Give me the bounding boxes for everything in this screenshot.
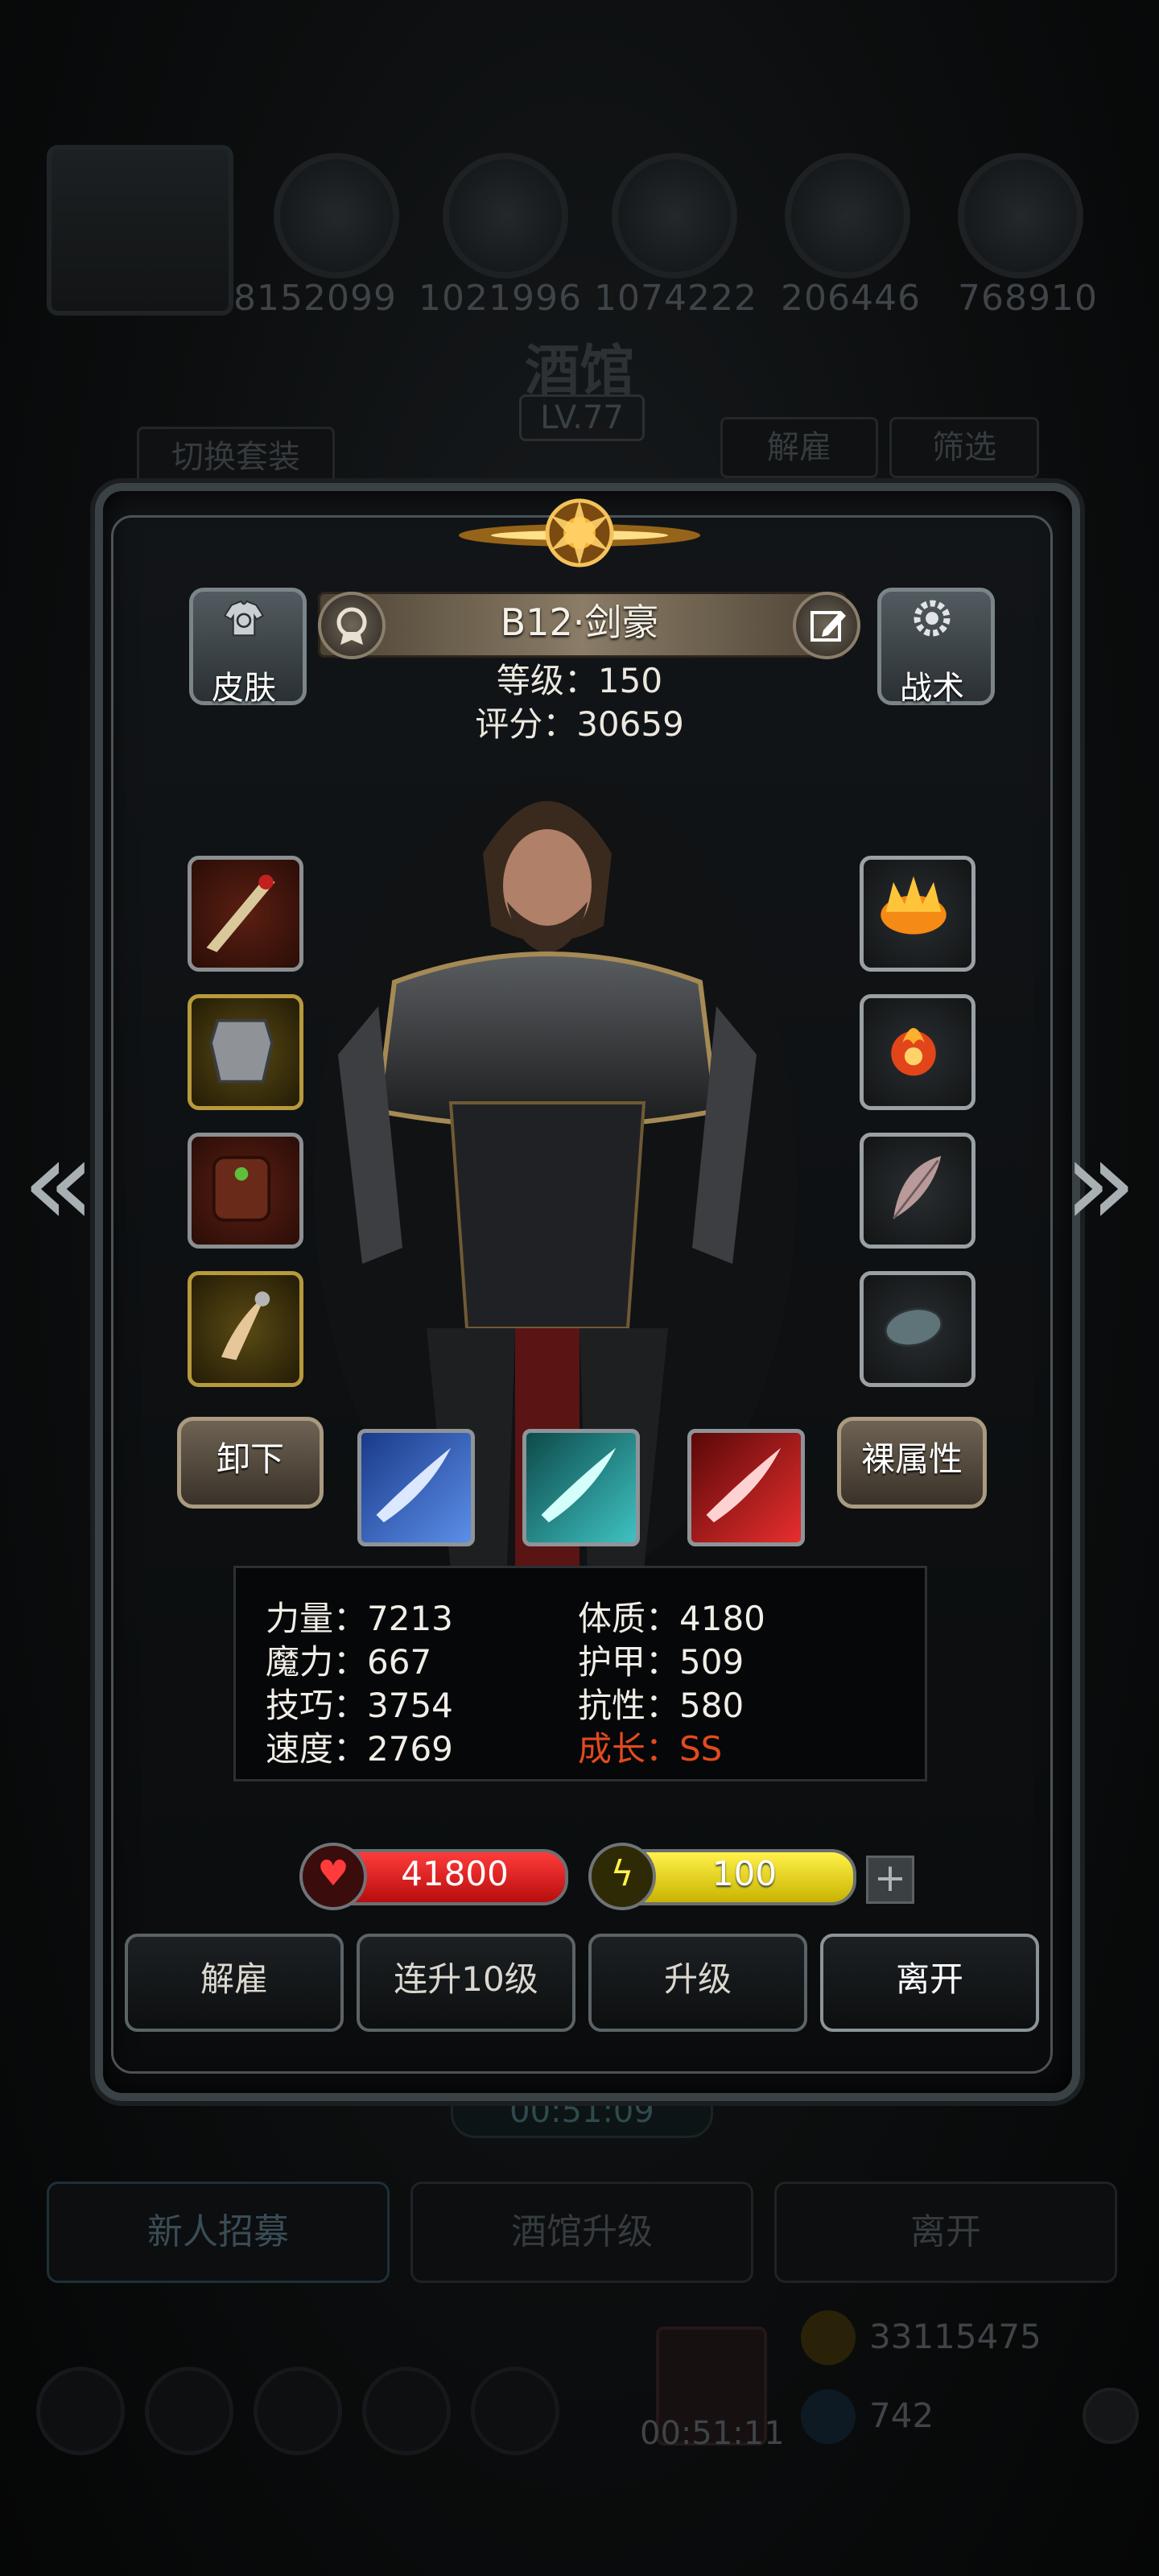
skin-label: 皮肤 bbox=[212, 670, 276, 707]
skill-cyan-slash-icon[interactable] bbox=[522, 1429, 640, 1546]
bg-nav-icon bbox=[362, 2367, 451, 2455]
level-up-10-button[interactable]: 连升10级 bbox=[357, 1934, 575, 2032]
equip-slot-stone-icon[interactable] bbox=[860, 1271, 975, 1387]
stat-strength: 力量：7213 bbox=[266, 1599, 453, 1638]
dismiss-button[interactable]: 解雇 bbox=[125, 1934, 344, 2032]
base-attributes-button[interactable]: 裸属性 bbox=[837, 1417, 987, 1509]
bg-resource-number: 206446 bbox=[781, 278, 921, 319]
bg-resource-number: 768910 bbox=[958, 278, 1098, 319]
next-hero-icon[interactable]: » bbox=[1056, 1111, 1145, 1256]
equip-slot-fire-orb-icon[interactable] bbox=[860, 994, 975, 1110]
heart-icon: ♥ bbox=[299, 1843, 367, 1910]
bg-bottom-timer: 00:51:11 bbox=[640, 2415, 785, 2452]
stat-skill: 技巧：3754 bbox=[266, 1686, 453, 1725]
hp-value: 41800 bbox=[401, 1854, 509, 1893]
stat-speed: 速度：2769 bbox=[266, 1729, 453, 1769]
equip-slot-feather-icon[interactable] bbox=[860, 1133, 975, 1249]
bg-gem-amount: 742 bbox=[869, 2396, 934, 2435]
bg-resource-orb-5 bbox=[958, 153, 1083, 279]
bg-gold-amount: 33115475 bbox=[869, 2317, 1041, 2356]
bg-tab-leave: 离开 bbox=[774, 2182, 1117, 2283]
bg-dismiss-button: 解雇 bbox=[720, 417, 878, 478]
bg-gem-icon bbox=[801, 2389, 856, 2444]
bg-resource-number: 1074222 bbox=[594, 278, 757, 319]
hero-score: 评分：30659 bbox=[475, 704, 684, 744]
equip-slot-sword-icon[interactable] bbox=[188, 856, 303, 972]
bg-filter-button: 筛选 bbox=[889, 417, 1039, 478]
bg-resource-orb-1 bbox=[274, 153, 399, 279]
leave-button[interactable]: 离开 bbox=[820, 1934, 1039, 2032]
bg-nav-icon bbox=[145, 2367, 233, 2455]
bg-nav-icon bbox=[36, 2367, 125, 2455]
previous-hero-icon[interactable]: « bbox=[14, 1111, 103, 1256]
equip-slot-backpack-icon[interactable] bbox=[188, 1133, 303, 1249]
bg-nav-icon bbox=[471, 2367, 559, 2455]
bg-resource-orb-4 bbox=[785, 153, 910, 279]
bg-switch-outfit-button: 切换套装 bbox=[137, 427, 335, 488]
gear-icon bbox=[914, 600, 951, 637]
unequip-button[interactable]: 卸下 bbox=[177, 1417, 324, 1509]
skill-blue-slash-icon[interactable] bbox=[357, 1429, 475, 1546]
lightning-icon: ϟ bbox=[588, 1843, 656, 1910]
add-energy-icon[interactable]: + bbox=[866, 1856, 914, 1904]
hero-level: 等级：150 bbox=[496, 661, 663, 700]
edit-name-icon[interactable] bbox=[793, 592, 860, 659]
stat-resistance: 抗性：580 bbox=[578, 1686, 744, 1725]
stat-growth: 成长：SS bbox=[578, 1729, 723, 1769]
bg-resource-number: 1021996 bbox=[419, 278, 582, 319]
bg-avatar bbox=[47, 145, 233, 316]
stat-armor: 护甲：509 bbox=[578, 1642, 744, 1682]
energy-value: 100 bbox=[711, 1854, 777, 1893]
bg-nav-icon bbox=[254, 2367, 342, 2455]
tactics-label: 战术 bbox=[900, 670, 964, 707]
stat-magic: 魔力：667 bbox=[266, 1642, 432, 1682]
bg-resource-orb-3 bbox=[612, 153, 737, 279]
shirt-icon bbox=[223, 600, 265, 637]
equip-slot-flame-crown-icon[interactable] bbox=[860, 856, 975, 972]
bg-tab-recruit: 新人招募 bbox=[47, 2182, 390, 2283]
bg-resource-number: 8152099 bbox=[233, 278, 397, 319]
bg-add-icon bbox=[1083, 2388, 1139, 2444]
equip-slot-armor-icon[interactable] bbox=[188, 994, 303, 1110]
sun-emblem-icon bbox=[459, 498, 700, 568]
stat-constitution: 体质：4180 bbox=[578, 1599, 765, 1638]
skill-red-slash-icon[interactable] bbox=[687, 1429, 805, 1546]
equip-slot-claw-icon[interactable] bbox=[188, 1271, 303, 1387]
bg-level-badge: LV.77 bbox=[519, 394, 645, 441]
hero-name: B12·剑豪 bbox=[500, 601, 659, 644]
level-up-button[interactable]: 升级 bbox=[588, 1934, 807, 2032]
bg-gold-icon bbox=[801, 2310, 856, 2365]
bg-tab-upgrade: 酒馆升级 bbox=[410, 2182, 753, 2283]
bg-resource-orb-2 bbox=[443, 153, 568, 279]
